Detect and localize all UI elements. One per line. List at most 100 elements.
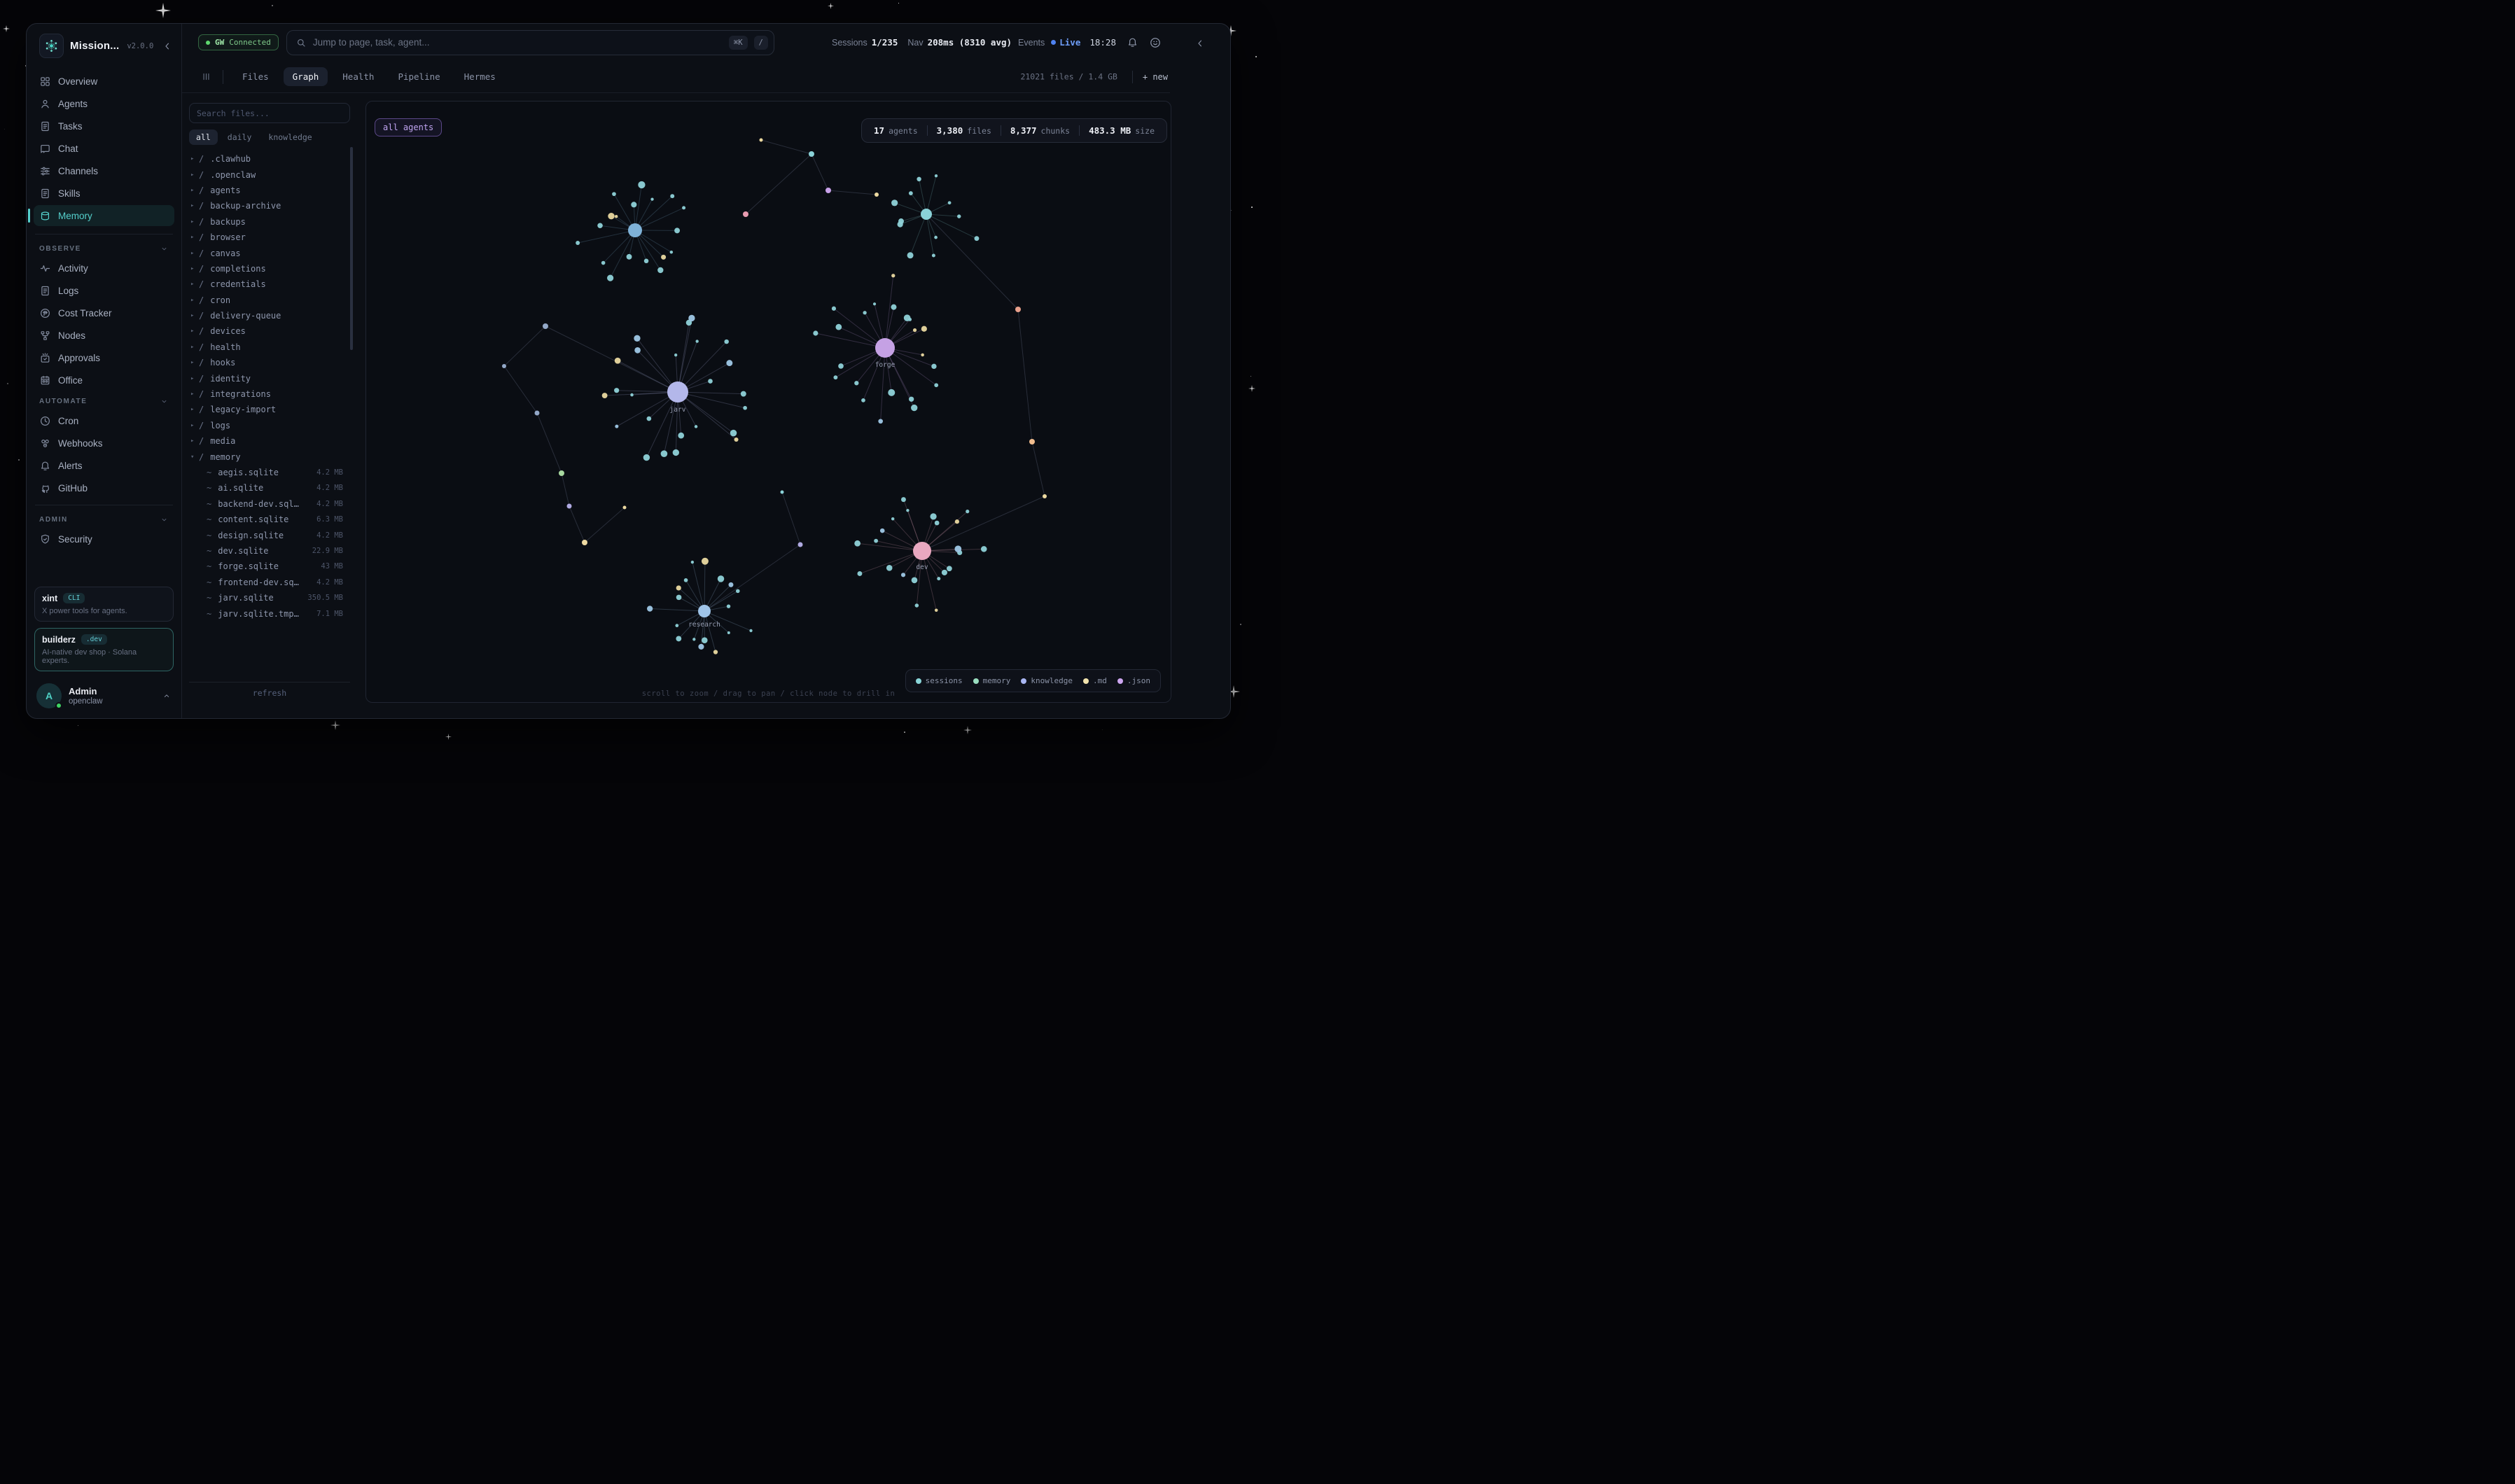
global-search[interactable]: ⌘K /	[286, 30, 774, 55]
tree-folder-memory[interactable]: ▾/memory	[189, 449, 354, 464]
graph-panel[interactable]: jarvforgedevresearch all agents 17agents…	[365, 101, 1171, 703]
tree-folder-delivery-queue[interactable]: ▸/delivery-queue	[189, 308, 354, 323]
graph-node-dev[interactable]	[913, 542, 931, 560]
tree-folder-credentials[interactable]: ▸/credentials	[189, 276, 354, 292]
tree-file[interactable]: ~jarv.sqlite350.5 MB	[189, 590, 354, 606]
filter-knowledge[interactable]: knowledge	[261, 130, 319, 145]
tree-file[interactable]: ~design.sqlite4.2 MB	[189, 527, 354, 542]
agent-graph[interactable]: jarvforgedevresearch	[366, 102, 1171, 703]
graph-node-hub-nw[interactable]	[628, 223, 642, 237]
user-menu[interactable]: A Admin openclaw	[34, 678, 174, 710]
tree-folder-openclaw[interactable]: ▸/.openclaw	[189, 167, 354, 182]
tab-hermes[interactable]: Hermes	[455, 67, 505, 86]
section-header-automate[interactable]: AUTOMATE	[34, 393, 174, 409]
refresh-button[interactable]: refresh	[189, 682, 350, 703]
sidebar-item-channels[interactable]: Channels	[34, 160, 174, 181]
chevron-up-icon[interactable]	[162, 691, 172, 701]
file-search[interactable]	[189, 103, 350, 123]
graph-dot[interactable]	[559, 470, 564, 476]
gateway-status-chip[interactable]: GW Connected	[198, 34, 279, 50]
tree-file[interactable]: ~dev.sqlite22.9 MB	[189, 543, 354, 559]
tree-file[interactable]: ~ai.sqlite4.2 MB	[189, 480, 354, 496]
tree-folder-hooks[interactable]: ▸/hooks	[189, 355, 354, 370]
graph-dot[interactable]	[582, 540, 587, 545]
tree-folder-identity[interactable]: ▸/identity	[189, 370, 354, 386]
graph-dot[interactable]	[781, 491, 784, 494]
tree-folder-backups[interactable]: ▸/backups	[189, 214, 354, 230]
sidebar-item-approvals[interactable]: Approvals	[34, 347, 174, 368]
promo-card-builderz[interactable]: builderz.devAI-native dev shop · Solana …	[34, 628, 174, 671]
graph-dot[interactable]	[1029, 439, 1035, 444]
sidebar-item-office[interactable]: Office	[34, 370, 174, 391]
tree-file[interactable]: ~jarv.sqlite.tmp…7.1 MB	[189, 606, 354, 621]
graph-dot[interactable]	[1043, 494, 1047, 498]
tree-folder-agents[interactable]: ▸/agents	[189, 183, 354, 198]
tree-folder-cron[interactable]: ▸/cron	[189, 293, 354, 308]
graph-node-jarv[interactable]	[667, 382, 688, 402]
tree-file[interactable]: ~frontend-dev.sq…4.2 MB	[189, 575, 354, 590]
tree-folder-integrations[interactable]: ▸/integrations	[189, 386, 354, 402]
sidebar-item-activity[interactable]: Activity	[34, 258, 174, 279]
collapse-right-panel-icon[interactable]	[1194, 38, 1206, 49]
section-header-admin[interactable]: ADMIN	[34, 512, 174, 527]
tree-folder-legacy-import[interactable]: ▸/legacy-import	[189, 402, 354, 417]
graph-dot[interactable]	[825, 188, 831, 193]
sidebar-item-github[interactable]: GitHub	[34, 477, 174, 498]
tab-pipeline[interactable]: Pipeline	[389, 67, 449, 86]
tree-folder-backup-archive[interactable]: ▸/backup-archive	[189, 198, 354, 214]
sidebar-item-security[interactable]: Security	[34, 528, 174, 550]
graph-dot[interactable]	[567, 504, 572, 509]
graph-node-forge[interactable]	[875, 338, 895, 358]
new-file-button[interactable]: + new	[1143, 72, 1168, 82]
sidebar-item-tasks[interactable]: Tasks	[34, 115, 174, 136]
graph-node-hub-ne[interactable]	[921, 209, 932, 220]
notifications-bell-icon[interactable]	[1127, 36, 1138, 48]
sidebar-item-nodes[interactable]: Nodes	[34, 325, 174, 346]
sidebar-item-skills[interactable]: Skills	[34, 183, 174, 204]
smiley-icon[interactable]	[1149, 36, 1162, 49]
tree-file[interactable]: ~forge.sqlite43 MB	[189, 559, 354, 574]
graph-dot[interactable]	[760, 139, 763, 142]
tree-folder-media[interactable]: ▸/media	[189, 433, 354, 449]
tree-folder-browser[interactable]: ▸/browser	[189, 230, 354, 245]
sidebar-item-webhooks[interactable]: Webhooks	[34, 433, 174, 454]
tree-folder-devices[interactable]: ▸/devices	[189, 323, 354, 339]
sidebar-item-logs[interactable]: Logs	[34, 280, 174, 301]
graph-dot[interactable]	[543, 323, 548, 329]
search-input[interactable]	[313, 37, 723, 48]
sidebar-item-cron[interactable]: Cron	[34, 410, 174, 431]
graph-dot[interactable]	[875, 192, 879, 197]
filter-daily[interactable]: daily	[221, 130, 259, 145]
tree-file[interactable]: ~backend-dev.sql…4.2 MB	[189, 496, 354, 512]
tab-graph[interactable]: Graph	[284, 67, 328, 86]
tree-file[interactable]: ~content.sqlite6.3 MB	[189, 512, 354, 527]
tree-scrollbar[interactable]	[350, 147, 353, 350]
tree-folder-completions[interactable]: ▸/completions	[189, 261, 354, 276]
agents-filter-chip[interactable]: all agents	[375, 118, 442, 136]
graph-dot[interactable]	[743, 211, 748, 217]
section-header-observe[interactable]: OBSERVE	[34, 241, 174, 256]
sidebar-item-overview[interactable]: Overview	[34, 71, 174, 92]
tree-folder-logs[interactable]: ▸/logs	[189, 418, 354, 433]
sidebar-item-memory[interactable]: Memory	[34, 205, 174, 226]
tab-health[interactable]: Health	[333, 67, 383, 86]
graph-dot[interactable]	[1015, 307, 1021, 312]
sidebar-item-cost-tracker[interactable]: Cost Tracker	[34, 302, 174, 323]
tree-file[interactable]: ~aegis.sqlite4.2 MB	[189, 465, 354, 480]
graph-node-research[interactable]	[698, 605, 711, 617]
graph-dot[interactable]	[623, 506, 627, 510]
tree-folder-clawhub[interactable]: ▸/.clawhub	[189, 151, 354, 167]
graph-dot[interactable]	[535, 411, 540, 416]
graph-dot[interactable]	[798, 542, 803, 547]
chevron-left-icon[interactable]	[162, 41, 173, 52]
tree-folder-health[interactable]: ▸/health	[189, 340, 354, 355]
graph-dot[interactable]	[502, 364, 506, 368]
tree-folder-canvas[interactable]: ▸/canvas	[189, 245, 354, 260]
filter-all[interactable]: all	[189, 130, 218, 145]
sidebar-item-alerts[interactable]: Alerts	[34, 455, 174, 476]
sidebar-item-chat[interactable]: Chat	[34, 138, 174, 159]
graph-dot[interactable]	[809, 151, 814, 157]
file-search-input[interactable]	[197, 108, 342, 118]
panels-toggle-icon[interactable]	[201, 71, 211, 82]
promo-card-xint[interactable]: xintCLIX power tools for agents.	[34, 587, 174, 622]
